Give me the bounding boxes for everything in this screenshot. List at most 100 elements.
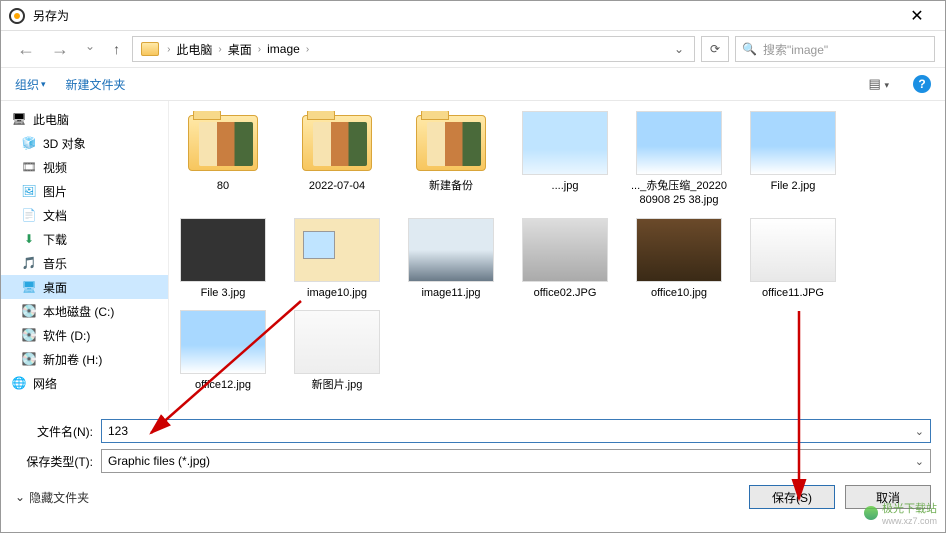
close-button[interactable]: ✕ bbox=[897, 6, 937, 26]
image-thumbnail bbox=[408, 218, 494, 282]
file-name: ..._赤兔压缩_2022080908 25 38.jpg bbox=[631, 179, 727, 208]
sidebar-item-1[interactable]: 🧊 3D 对象 bbox=[1, 131, 168, 155]
organize-label: 组织 bbox=[15, 76, 39, 93]
sidebar-label: 视频 bbox=[43, 159, 67, 176]
file-item-2[interactable]: 新建备份 bbox=[403, 111, 499, 208]
sidebar-label: 3D 对象 bbox=[43, 135, 86, 152]
filetype-select[interactable]: Graphic files (*.jpg) ⌄ bbox=[101, 449, 931, 473]
filename-label: 文件名(N): bbox=[15, 423, 93, 440]
file-item-0[interactable]: 80 bbox=[175, 111, 271, 208]
file-item-8[interactable]: image11.jpg bbox=[403, 218, 499, 300]
chevron-right-icon: › bbox=[258, 44, 261, 55]
refresh-button[interactable]: ⟳ bbox=[701, 36, 729, 62]
sidebar-label: 网络 bbox=[33, 375, 57, 392]
sidebar-label: 新加卷 (H:) bbox=[43, 351, 102, 368]
sidebar-icon: ⬇ bbox=[21, 232, 37, 246]
file-item-9[interactable]: office02.JPG bbox=[517, 218, 613, 300]
file-item-11[interactable]: office11.JPG bbox=[745, 218, 841, 300]
file-name: 80 bbox=[217, 179, 229, 193]
sidebar-label: 本地磁盘 (C:) bbox=[43, 303, 114, 320]
chevron-right-icon: › bbox=[306, 44, 309, 55]
file-name: office12.jpg bbox=[195, 378, 251, 392]
file-item-12[interactable]: office12.jpg bbox=[175, 310, 271, 392]
sidebar-item-4[interactable]: 📄文档 bbox=[1, 203, 168, 227]
filename-input[interactable]: 123 ⌄ bbox=[101, 419, 931, 443]
image-thumbnail bbox=[636, 111, 722, 175]
new-folder-button[interactable]: 新建文件夹 bbox=[66, 76, 126, 93]
title-bar: 另存为 ✕ bbox=[1, 1, 945, 31]
folder-icon bbox=[294, 111, 380, 175]
file-item-4[interactable]: ..._赤兔压缩_2022080908 25 38.jpg bbox=[631, 111, 727, 208]
save-button[interactable]: 保存(S) bbox=[749, 485, 835, 509]
chevron-down-icon: ⌄ bbox=[15, 490, 25, 504]
chevron-down-icon[interactable]: ⌄ bbox=[915, 455, 924, 468]
file-name: 新图片.jpg bbox=[312, 378, 363, 392]
file-item-3[interactable]: ....jpg bbox=[517, 111, 613, 208]
hide-folders-toggle[interactable]: ⌄ 隐藏文件夹 bbox=[15, 489, 89, 506]
file-name: office10.jpg bbox=[651, 286, 707, 300]
file-name: ....jpg bbox=[552, 179, 579, 193]
filename-value: 123 bbox=[108, 424, 128, 438]
breadcrumb-dropdown[interactable]: ⌄ bbox=[668, 42, 690, 56]
sidebar-icon: 🧊 bbox=[21, 136, 37, 150]
file-pane[interactable]: 80 2022-07-04 新建备份 ....jpg ..._赤兔压缩_20220809… bbox=[169, 101, 945, 411]
sidebar-item-2[interactable]: 🎞 视频 bbox=[1, 155, 168, 179]
file-item-1[interactable]: 2022-07-04 bbox=[289, 111, 385, 208]
crumb-this-pc[interactable]: 此电脑 bbox=[174, 39, 214, 60]
sidebar-item-0[interactable]: 🖥此电脑 bbox=[1, 107, 168, 131]
image-thumbnail bbox=[294, 310, 380, 374]
sidebar-icon: 💽 bbox=[21, 352, 37, 366]
image-thumbnail bbox=[750, 218, 836, 282]
sidebar-item-8[interactable]: 💽 本地磁盘 (C:) bbox=[1, 299, 168, 323]
cancel-button[interactable]: 取消 bbox=[845, 485, 931, 509]
sidebar-item-6[interactable]: 🎵音乐 bbox=[1, 251, 168, 275]
search-placeholder: 搜索"image" bbox=[763, 41, 828, 58]
sidebar-item-7[interactable]: 🖥桌面 bbox=[1, 275, 168, 299]
file-item-7[interactable]: image10.jpg bbox=[289, 218, 385, 300]
organize-button[interactable]: 组织 ▾ bbox=[15, 76, 46, 93]
image-thumbnail bbox=[180, 310, 266, 374]
folder-icon bbox=[180, 111, 266, 175]
file-item-10[interactable]: office10.jpg bbox=[631, 218, 727, 300]
help-button[interactable]: ? bbox=[913, 75, 931, 93]
crumb-image[interactable]: image bbox=[265, 40, 302, 58]
app-icon bbox=[9, 8, 25, 24]
save-form: 文件名(N): 123 ⌄ 保存类型(T): Graphic files (*.… bbox=[1, 411, 945, 477]
chevron-down-icon[interactable]: ⌄ bbox=[915, 425, 924, 438]
crumb-desktop[interactable]: 桌面 bbox=[226, 39, 254, 60]
file-name: 2022-07-04 bbox=[309, 179, 365, 193]
file-name: office11.JPG bbox=[762, 286, 824, 300]
sidebar-icon: 🎞 bbox=[21, 160, 37, 174]
sidebar-icon: 📄 bbox=[21, 208, 37, 222]
file-item-13[interactable]: 新图片.jpg bbox=[289, 310, 385, 392]
view-mode-button[interactable]: ▤ ▾ bbox=[865, 74, 893, 94]
up-button[interactable]: ↑ bbox=[107, 37, 126, 61]
breadcrumb[interactable]: › 此电脑 › 桌面 › image › ⌄ bbox=[132, 36, 695, 62]
back-button[interactable]: ← bbox=[11, 37, 41, 62]
watermark-sub: www.xz7.com bbox=[882, 516, 937, 526]
sidebar: 🖥此电脑 🧊 3D 对象 🎞 视频 🖼图片📄文档 ⬇ 下载 🎵音乐🖥桌面 💽 本地磁盘 (C:) 💽软… bbox=[1, 101, 169, 411]
chevron-right-icon: › bbox=[218, 44, 221, 55]
image-thumbnail bbox=[180, 218, 266, 282]
image-thumbnail bbox=[522, 111, 608, 175]
search-input[interactable]: 🔍 搜索"image" bbox=[735, 36, 935, 62]
sidebar-item-9[interactable]: 💽软件 (D:) bbox=[1, 323, 168, 347]
forward-button[interactable]: → bbox=[45, 37, 75, 62]
image-thumbnail bbox=[294, 218, 380, 282]
dialog-footer: ⌄ 隐藏文件夹 保存(S) 取消 bbox=[1, 477, 945, 517]
file-name: File 3.jpg bbox=[201, 286, 246, 300]
sidebar-label: 音乐 bbox=[43, 255, 67, 272]
sidebar-label: 此电脑 bbox=[33, 111, 69, 128]
history-dropdown[interactable]: ⌄ bbox=[79, 37, 101, 62]
sidebar-item-3[interactable]: 🖼图片 bbox=[1, 179, 168, 203]
sidebar-label: 下载 bbox=[43, 231, 67, 248]
sidebar-item-11[interactable]: 🌐网络 bbox=[1, 371, 168, 395]
sidebar-item-10[interactable]: 💽 新加卷 (H:) bbox=[1, 347, 168, 371]
file-name: image10.jpg bbox=[307, 286, 367, 300]
sidebar-item-5[interactable]: ⬇ 下载 bbox=[1, 227, 168, 251]
file-item-5[interactable]: File 2.jpg bbox=[745, 111, 841, 208]
file-name: 新建备份 bbox=[429, 179, 473, 193]
sidebar-icon: 💽 bbox=[21, 304, 37, 318]
image-thumbnail bbox=[636, 218, 722, 282]
file-item-6[interactable]: File 3.jpg bbox=[175, 218, 271, 300]
